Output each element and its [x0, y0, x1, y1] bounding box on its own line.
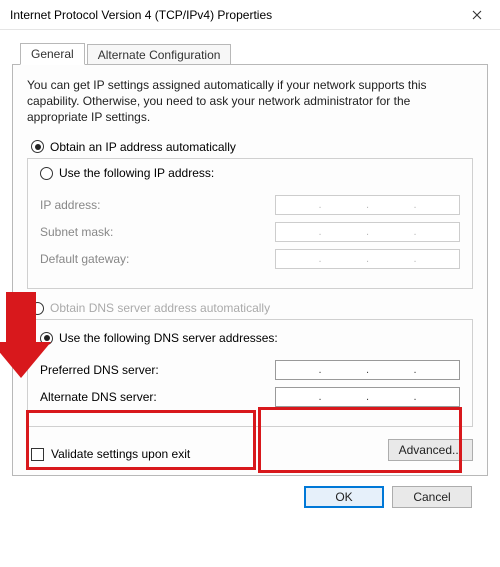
tab-general[interactable]: General — [20, 43, 85, 65]
radio-icon — [31, 302, 44, 315]
subnet-mask-input: ... — [275, 222, 460, 242]
dialog-buttons: OK Cancel — [12, 476, 488, 508]
tab-alternate[interactable]: Alternate Configuration — [87, 44, 232, 65]
ok-button[interactable]: OK — [304, 486, 384, 508]
field-preferred-dns: Preferred DNS server: ... — [40, 360, 460, 380]
advanced-button[interactable]: Advanced... — [388, 439, 473, 461]
tabstrip: General Alternate Configuration — [18, 42, 488, 64]
titlebar: Internet Protocol Version 4 (TCP/IPv4) P… — [0, 0, 500, 30]
groupbox-dns-manual: Use the following DNS server addresses: … — [27, 319, 473, 427]
radio-dns-auto[interactable]: Obtain DNS server address automatically — [31, 301, 473, 315]
field-default-gateway: Default gateway: ... — [40, 249, 460, 269]
checkbox-validate-label: Validate settings upon exit — [51, 447, 190, 461]
radio-dns-manual-label: Use the following DNS server addresses: — [59, 331, 278, 345]
tab-panel-general: You can get IP settings assigned automat… — [12, 64, 488, 476]
field-subnet-mask: Subnet mask: ... — [40, 222, 460, 242]
radio-icon — [40, 332, 53, 345]
close-icon[interactable] — [454, 0, 500, 29]
radio-dns-auto-label: Obtain DNS server address automatically — [50, 301, 270, 315]
groupbox-ip-manual: Use the following IP address: IP address… — [27, 158, 473, 290]
ip-address-label: IP address: — [40, 198, 100, 212]
radio-icon — [40, 167, 53, 180]
ip-address-input: ... — [275, 195, 460, 215]
subnet-mask-label: Subnet mask: — [40, 225, 113, 239]
checkbox-validate[interactable]: Validate settings upon exit — [31, 447, 190, 461]
alternate-dns-input[interactable]: ... — [275, 387, 460, 407]
radio-ip-manual[interactable]: Use the following IP address: — [36, 166, 218, 180]
window-title: Internet Protocol Version 4 (TCP/IPv4) P… — [10, 8, 272, 22]
intro-text: You can get IP settings assigned automat… — [27, 77, 473, 126]
radio-dns-manual[interactable]: Use the following DNS server addresses: — [36, 331, 282, 345]
alternate-dns-label: Alternate DNS server: — [40, 390, 157, 404]
cancel-button[interactable]: Cancel — [392, 486, 472, 508]
window-controls — [454, 0, 500, 29]
radio-ip-auto-label: Obtain an IP address automatically — [50, 140, 236, 154]
preferred-dns-label: Preferred DNS server: — [40, 363, 159, 377]
panel-bottom-row: Validate settings upon exit Advanced... — [27, 439, 473, 461]
radio-ip-manual-label: Use the following IP address: — [59, 166, 214, 180]
radio-icon — [31, 140, 44, 153]
default-gateway-input: ... — [275, 249, 460, 269]
radio-ip-auto[interactable]: Obtain an IP address automatically — [31, 140, 473, 154]
checkbox-icon — [31, 448, 44, 461]
field-alternate-dns: Alternate DNS server: ... — [40, 387, 460, 407]
default-gateway-label: Default gateway: — [40, 252, 129, 266]
field-ip-address: IP address: ... — [40, 195, 460, 215]
preferred-dns-input[interactable]: ... — [275, 360, 460, 380]
dialog-content: General Alternate Configuration You can … — [0, 30, 500, 520]
